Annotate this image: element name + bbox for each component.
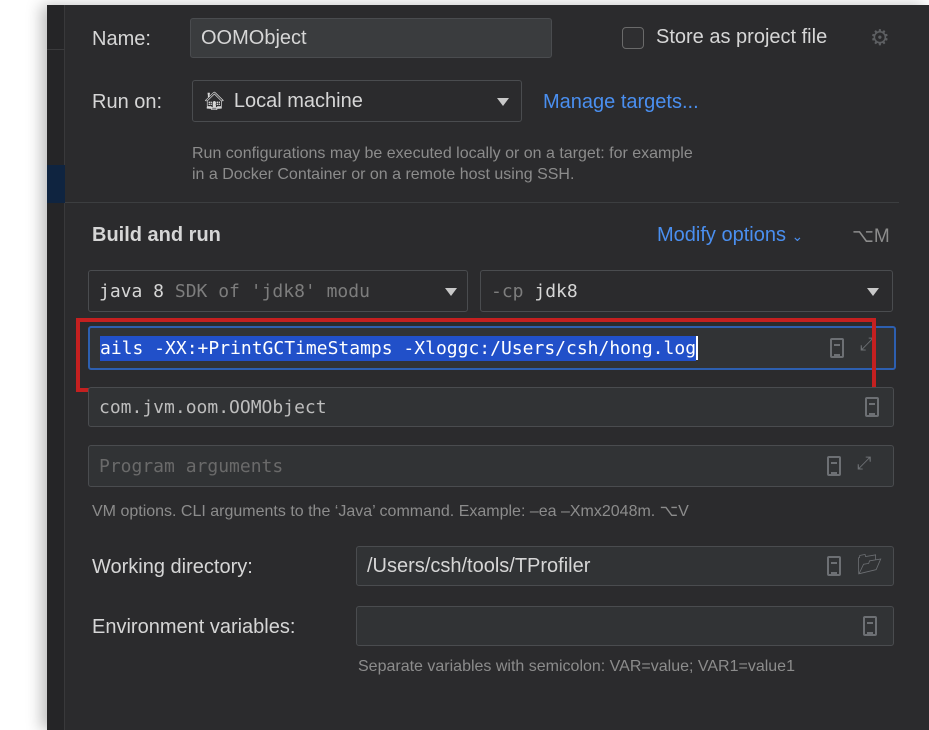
gear-icon[interactable]: ⚙ <box>870 25 890 51</box>
document-icon[interactable] <box>827 556 841 576</box>
classpath-value: jdk8 <box>534 280 578 302</box>
highlight-box <box>76 318 876 392</box>
build-run-title: Build and run <box>92 224 221 246</box>
run-on-value: Local machine <box>233 89 363 112</box>
classpath-prefix: -cp <box>491 280 524 302</box>
folder-icon[interactable]: 📂︎ <box>857 552 882 577</box>
working-dir-input[interactable]: /Users/csh/tools/TProfiler 📂︎ <box>356 546 894 586</box>
run-on-hint: Run configurations may be executed local… <box>192 145 693 183</box>
document-icon[interactable] <box>863 616 877 636</box>
jre-dropdown[interactable]: java 8 SDK of 'jdk8' modu <box>88 270 468 312</box>
divider <box>65 202 899 203</box>
home-icon: 🏠︎ <box>203 90 226 111</box>
modify-shortcut: ⌥M <box>852 226 890 247</box>
env-vars-label: Environment variables: <box>92 616 296 638</box>
name-value: OOMObject <box>201 26 307 49</box>
run-on-label: Run on: <box>92 91 163 113</box>
document-icon[interactable] <box>827 456 841 476</box>
jre-description: SDK of 'jdk8' modu <box>174 280 370 302</box>
vm-options-hint: VM options. CLI arguments to the ‘Java’ … <box>92 503 689 520</box>
working-dir-value: /Users/csh/tools/TProfiler <box>367 554 591 577</box>
working-dir-label: Working directory: <box>92 556 253 578</box>
env-vars-input[interactable] <box>356 606 894 646</box>
main-class-input[interactable]: com.jvm.oom.OOMObject <box>88 387 894 427</box>
name-input[interactable]: OOMObject <box>190 18 552 58</box>
document-icon[interactable] <box>865 397 879 417</box>
sidebar-strip <box>47 5 65 730</box>
program-arguments-placeholder: Program arguments <box>99 455 284 477</box>
main-class-value: com.jvm.oom.OOMObject <box>99 396 327 418</box>
chevron-down-icon <box>867 288 879 296</box>
jre-value: java 8 <box>99 280 165 302</box>
name-label: Name: <box>92 28 151 50</box>
selected-item[interactable] <box>47 165 65 203</box>
store-project-label: Store as project file <box>656 26 828 48</box>
chevron-down-icon <box>497 98 509 106</box>
manage-targets-link[interactable]: Manage targets... <box>543 91 699 114</box>
run-on-dropdown[interactable]: 🏠︎ Local machine <box>192 80 522 122</box>
classpath-dropdown[interactable]: -cp jdk8 <box>480 270 893 312</box>
program-arguments-input[interactable]: Program arguments ⤢ <box>88 445 894 487</box>
chevron-down-icon <box>445 288 457 296</box>
modify-options-link[interactable]: Modify options ⌄ <box>657 224 803 247</box>
expand-icon[interactable]: ⤢ <box>857 453 871 474</box>
env-vars-hint: Separate variables with semicolon: VAR=v… <box>358 658 795 675</box>
store-project-checkbox[interactable] <box>622 27 644 49</box>
